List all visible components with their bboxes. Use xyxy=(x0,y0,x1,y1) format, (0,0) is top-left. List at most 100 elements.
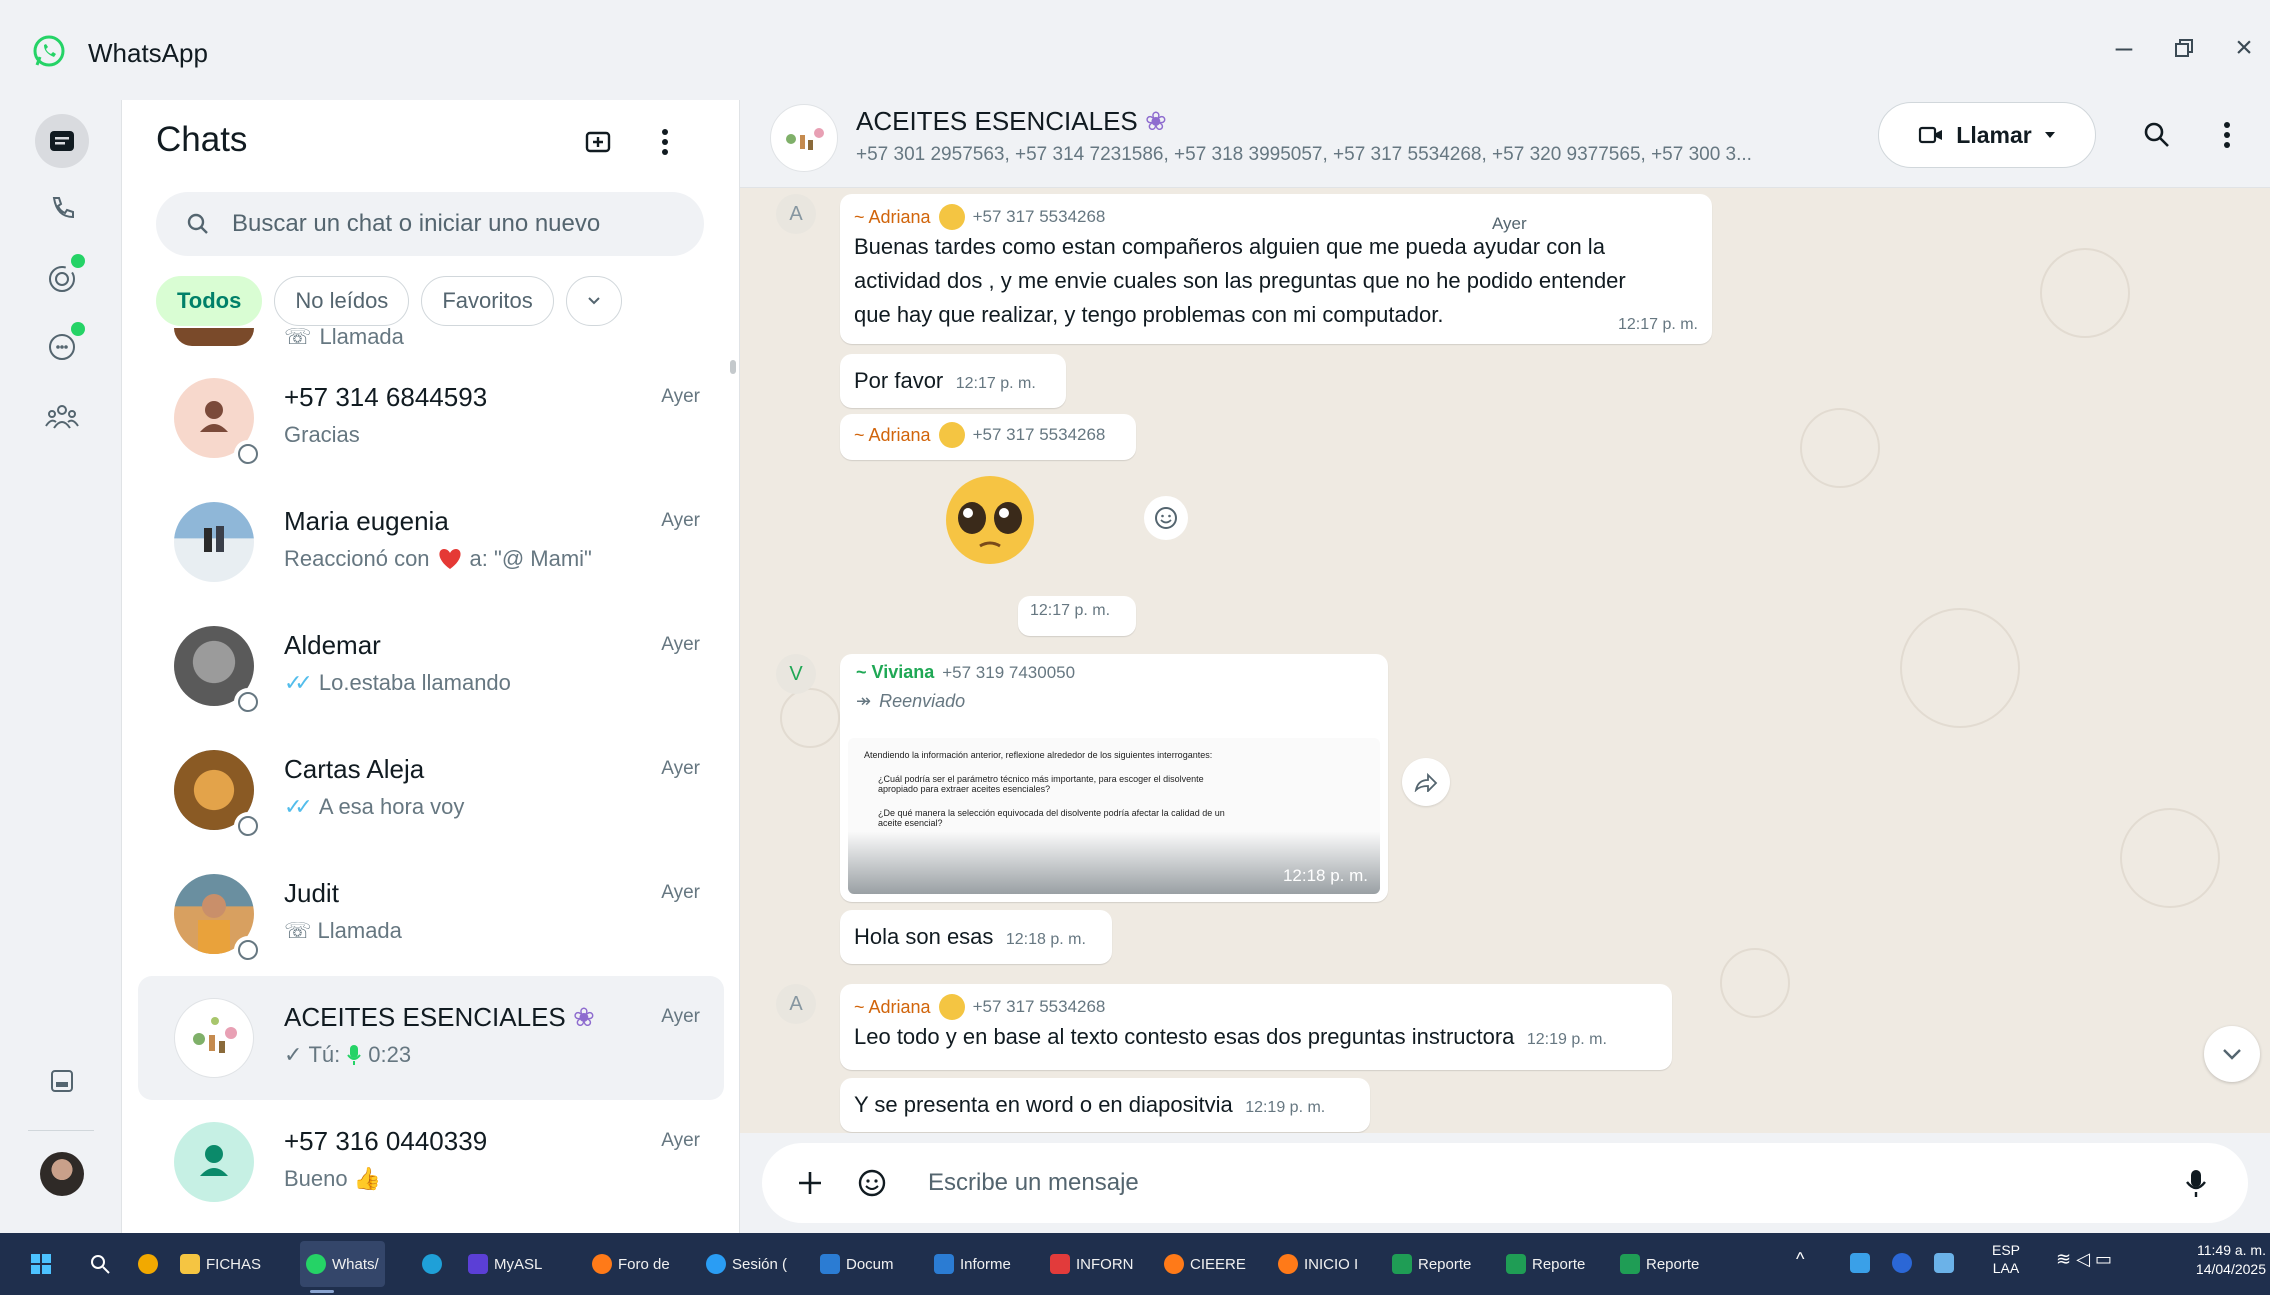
windows-taskbar: FICHAS Whats/ MyASL Foro de Sesión ( Doc… xyxy=(0,1233,2270,1295)
channels-nav-button[interactable] xyxy=(35,320,89,374)
communities-icon xyxy=(45,405,79,429)
status-unread-dot xyxy=(71,254,85,268)
tray-overflow-chevron[interactable]: ^ xyxy=(1796,1249,1804,1270)
chat-time: Ayer xyxy=(661,510,700,531)
filter-todos[interactable]: Todos xyxy=(156,276,263,326)
chat-header[interactable]: ACEITES ESENCIALES ❀ +57 301 2957563, +5… xyxy=(740,100,2270,188)
search-input[interactable] xyxy=(232,210,672,238)
tray-app-icon[interactable] xyxy=(1850,1253,1870,1273)
thumbs-up-emoji-icon: 👍 xyxy=(353,1166,382,1191)
calls-nav-button[interactable] xyxy=(35,182,89,236)
taskbar-item-reporte-2[interactable]: Reporte xyxy=(1500,1241,1591,1287)
chat-item-selected[interactable]: ACEITES ESENCIALES ❀ Ayer ✓ Tú: 0:23 xyxy=(138,976,724,1100)
chat-preview: ☏ Llamada xyxy=(284,918,402,943)
message-sender: ~ Viviana +57 319 7430050 xyxy=(856,662,1076,682)
taskbar-item-reporte-3[interactable]: Reporte xyxy=(1614,1241,1705,1287)
taskbar-search-button[interactable] xyxy=(84,1241,116,1287)
chat-item[interactable]: +57 314 6844593 Ayer Gracias xyxy=(138,356,724,480)
taskbar-app-widget[interactable] xyxy=(132,1241,164,1287)
taskbar-item-reporte-1[interactable]: Reporte xyxy=(1386,1241,1477,1287)
filter-more-button[interactable] xyxy=(565,276,622,326)
chat-name: +57 316 0440339 xyxy=(284,1126,488,1156)
tray-app-icon[interactable] xyxy=(1934,1253,1954,1273)
filter-favoritos[interactable]: Favoritos xyxy=(421,276,554,326)
message-time: 12:18 p. m. xyxy=(1282,866,1368,885)
chat-menu-button[interactable] xyxy=(2200,108,2254,162)
conversation-pane[interactable]: A ~ Adriana +57 317 5534268 Ayer Buenas t… xyxy=(740,188,2270,1133)
taskbar-item-fichas[interactable]: FICHAS xyxy=(174,1241,267,1287)
forward-button[interactable] xyxy=(1402,758,1450,806)
taskbar-item-documento[interactable]: Docum xyxy=(814,1241,900,1287)
plus-icon xyxy=(799,1172,821,1194)
voice-message-button[interactable] xyxy=(2170,1157,2222,1209)
message-bubble[interactable]: ~ Adriana +57 317 5534268 Leo todo y en b… xyxy=(840,984,1672,1070)
scroll-to-bottom-button[interactable] xyxy=(2204,1026,2260,1082)
taskbar-item-foro[interactable]: Foro de xyxy=(586,1241,676,1287)
start-button[interactable] xyxy=(24,1241,58,1287)
archived-media-button[interactable] xyxy=(35,1054,89,1108)
chat-item[interactable]: Cartas Aleja Ayer ✓✓ A esa hora voy xyxy=(138,728,724,852)
taskbar-item-informe[interactable]: Informe xyxy=(928,1241,1017,1287)
taskbar-item-informe-pdf[interactable]: INFORN xyxy=(1044,1241,1140,1287)
chat-search-button[interactable] xyxy=(2130,108,2184,162)
message-bubble[interactable]: Hola son esas 12:18 p. m. xyxy=(840,910,1112,964)
taskbar-app-edge[interactable] xyxy=(416,1241,448,1287)
forwarded-label: ↠ Reenviado xyxy=(856,691,966,711)
chats-nav-button[interactable] xyxy=(35,114,89,168)
search-icon xyxy=(187,213,208,234)
taskbar-item-cieere[interactable]: CIEERE xyxy=(1158,1241,1252,1287)
chat-item[interactable]: Maria eugenia Ayer Reaccionó con a: "@ M… xyxy=(138,480,724,604)
chat-item[interactable]: Aldemar Ayer ✓✓ Lo.estaba llamando xyxy=(138,604,724,728)
system-clock[interactable]: 11:49 a. m. 14/04/2025 xyxy=(2170,1241,2266,1279)
microphone-icon xyxy=(2186,1170,2206,1197)
chat-item[interactable]: Judit Ayer ☏ Llamada xyxy=(138,852,724,976)
minimize-button[interactable]: – xyxy=(2104,28,2144,68)
app-title: WhatsApp xyxy=(88,38,208,68)
communities-nav-button[interactable] xyxy=(35,390,89,444)
profile-avatar[interactable] xyxy=(40,1152,84,1196)
attach-button[interactable] xyxy=(784,1157,836,1209)
photo-people-snow xyxy=(204,526,224,552)
pleading-face-sticker[interactable] xyxy=(936,468,1044,568)
filter-no-leidos[interactable]: No leídos xyxy=(274,276,410,326)
volume-icon: ◁ xyxy=(2076,1249,2090,1269)
message-text: Y se presenta en word o en diapositvia xyxy=(854,1092,1233,1117)
search-bar[interactable] xyxy=(156,192,704,256)
call-button[interactable]: Llamar xyxy=(1878,102,2096,168)
close-window-button[interactable]: × xyxy=(2224,28,2264,68)
language-indicator[interactable]: ESP LAA xyxy=(1992,1241,2020,1277)
status-nav-button[interactable] xyxy=(35,252,89,306)
chat-time: Ayer xyxy=(661,386,700,407)
bluetooth-icon[interactable] xyxy=(1892,1253,1912,1273)
nav-rail xyxy=(0,100,122,1233)
taskbar-item-sesion[interactable]: Sesión ( xyxy=(700,1241,793,1287)
taskbar-item-myasl[interactable]: MyASL xyxy=(462,1241,548,1287)
forwarded-image[interactable]: Atendiendo la información anterior, refl… xyxy=(848,738,1380,894)
react-button[interactable] xyxy=(1144,496,1188,540)
network-volume-battery[interactable]: ≋ ◁ ▭ xyxy=(2056,1249,2112,1270)
message-bubble[interactable]: Por favor 12:17 p. m. xyxy=(840,354,1066,408)
message-bubble-forwarded-image[interactable]: ~ Viviana +57 319 7430050 ↠ Reenviado Aten… xyxy=(840,654,1388,902)
message-composer xyxy=(740,1133,2270,1233)
message-time: 12:17 p. m. xyxy=(955,375,1036,392)
chat-item[interactable]: +57 316 0440339 Ayer Bueno 👍 xyxy=(138,1100,724,1224)
title-bar: WhatsApp – × xyxy=(0,0,2270,100)
message-input[interactable] xyxy=(928,1161,2108,1205)
wallpaper-doodle xyxy=(1720,948,1790,1018)
taskbar-item-inicio[interactable]: INICIO I xyxy=(1272,1241,1364,1287)
emoji-button[interactable] xyxy=(846,1157,898,1209)
message-bubble[interactable]: ~ Adriana +57 317 5534268 Ayer Buenas tar… xyxy=(840,194,1712,344)
group-avatar[interactable] xyxy=(770,104,838,172)
chat-list-menu-button[interactable] xyxy=(640,114,690,170)
restore-button[interactable] xyxy=(2164,28,2204,68)
chat-filters: Todos No leídos Favoritos xyxy=(156,276,622,326)
chat-list-scrollbar[interactable] xyxy=(730,360,736,374)
new-chat-button[interactable] xyxy=(570,114,626,170)
chat-name: Judit xyxy=(284,878,339,908)
taskbar-item-whatsapp[interactable]: Whats/ xyxy=(300,1241,385,1293)
chat-name: Maria eugenia xyxy=(284,506,449,536)
message-bubble[interactable]: Y se presenta en word o en diapositvia 1… xyxy=(840,1078,1370,1132)
battery-icon: ▭ xyxy=(2094,1249,2112,1269)
chat-name: ACEITES ESENCIALES ❀ xyxy=(284,1002,595,1032)
chat-title: ACEITES ESENCIALES ❀ xyxy=(856,106,1167,136)
